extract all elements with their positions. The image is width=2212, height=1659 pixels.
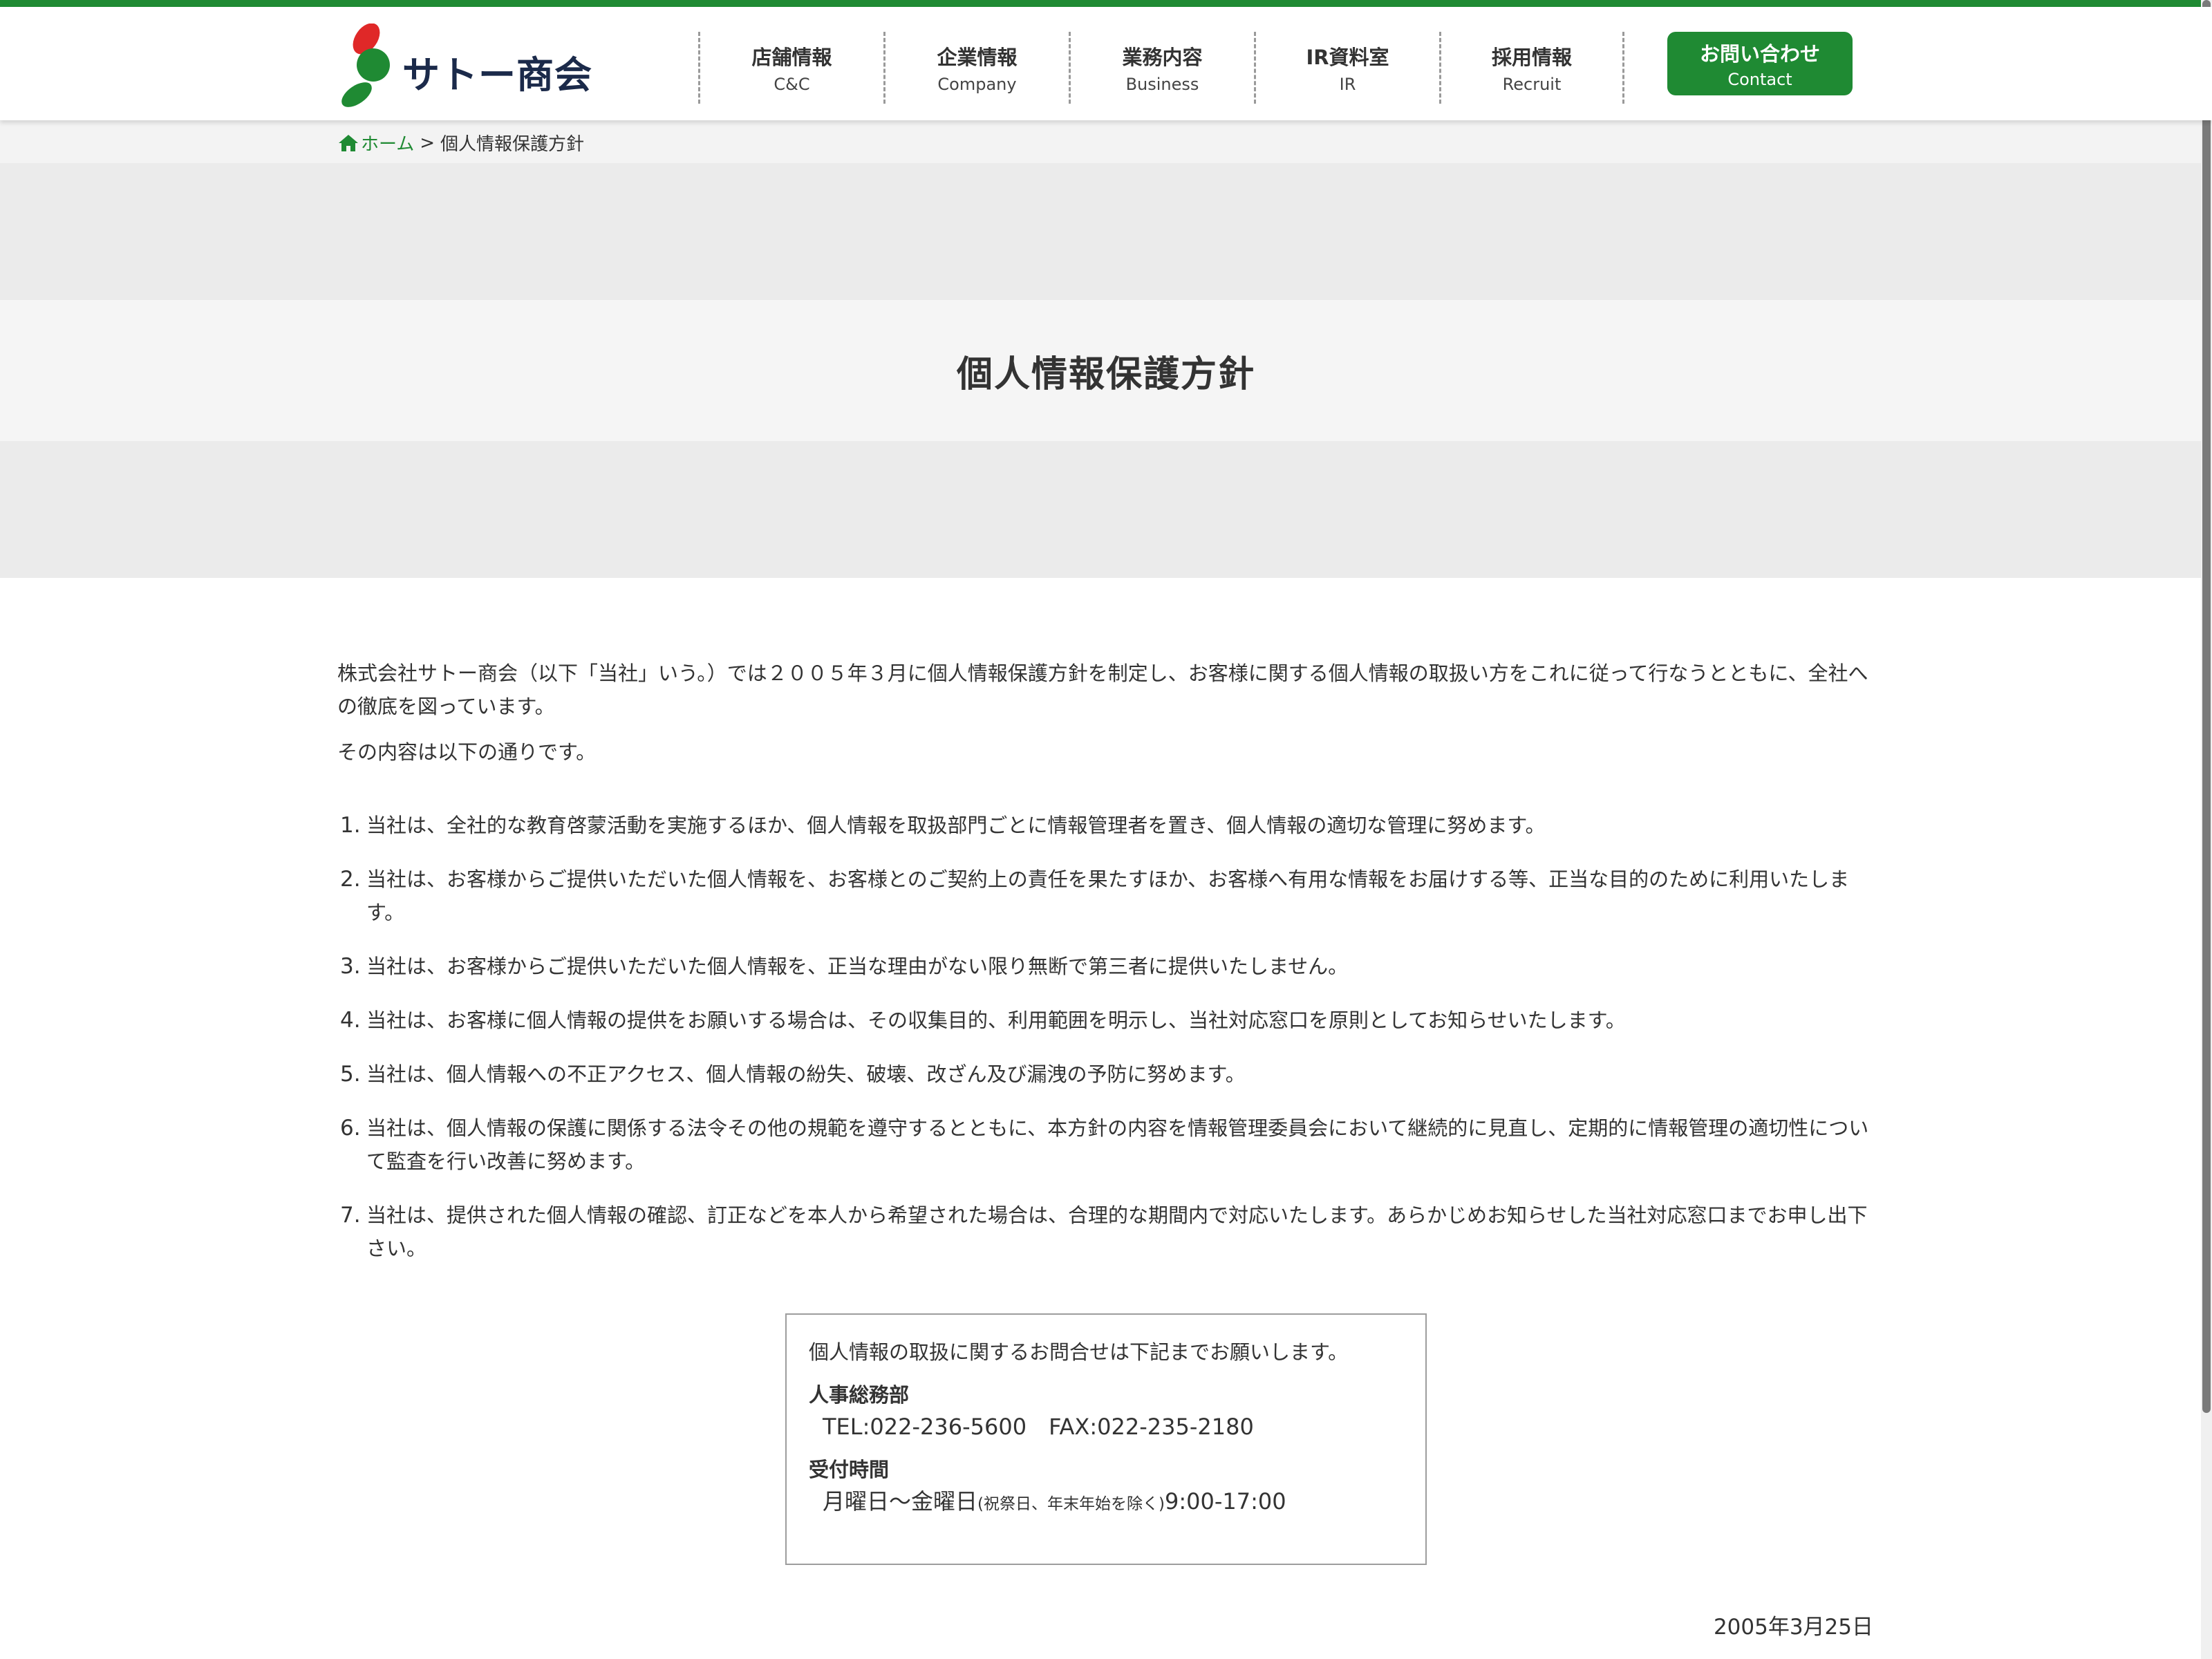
policy-item: 1. 当社は、全社的な教育啓蒙活動を実施するほか、個人情報を取扱部門ごとに情報管…	[337, 809, 1875, 842]
policy-number: 3.	[340, 954, 361, 979]
contact-label-jp: お問い合わせ	[1699, 42, 1820, 66]
hours-heading: 受付時間	[809, 1458, 890, 1481]
nav-label-en: Recruit	[1502, 75, 1562, 94]
inquiry-lead: 個人情報の取扱に関するお問合せは下記までお願いします。	[809, 1340, 1349, 1364]
nav-item-business[interactable]: 業務内容 Business	[1069, 32, 1254, 104]
policy-item: 4. 当社は、お客様に個人情報の提供をお願いする場合は、その収集目的、利用範囲を…	[337, 1004, 1875, 1037]
policy-text: 当社は、お客様に個人情報の提供をお願いする場合は、その収集目的、利用範囲を明示し…	[366, 1009, 1626, 1032]
hours-note: (祝祭日、年末年始を除く)	[977, 1495, 1165, 1513]
page-scrollbar[interactable]	[2201, 0, 2212, 1659]
page-hero: 個人情報保護方針	[0, 163, 2212, 578]
breadcrumb: ホーム > 個人情報保護方針	[337, 130, 584, 156]
policy-text: 当社は、お客様からご提供いただいた個人情報を、正当な理由がない限り無断で第三者に…	[366, 955, 1349, 978]
phone-fax-line: TEL:022-236-5600 FAX:022-235-2180	[823, 1414, 1254, 1440]
policy-number: 4.	[340, 1008, 361, 1033]
nav-item-ir[interactable]: IR資料室 IR	[1254, 32, 1439, 104]
policy-text: 当社は、提供された個人情報の確認、訂正などを本人から希望された場合は、合理的な期…	[366, 1203, 1868, 1260]
nav-label-jp: 業務内容	[1122, 46, 1203, 69]
policy-number: 1.	[340, 813, 361, 838]
policy-text: 当社は、お客様からご提供いただいた個人情報を、お客様とのご契約上の責任を果たすほ…	[366, 868, 1850, 924]
policy-content: 株式会社サトー商会（以下「当社」いう。）では２００５年３月に個人情報保護方針を制…	[337, 657, 1875, 1286]
inquiry-contact-box: 個人情報の取扱に関するお問合せは下記までお願いします。 人事総務部 TEL:02…	[785, 1313, 1427, 1565]
page-title: 個人情報保護方針	[956, 353, 1255, 395]
department-heading: 人事総務部	[809, 1383, 910, 1407]
hours-days: 月曜日～金曜日	[823, 1488, 978, 1515]
breadcrumb-bar: ホーム > 個人情報保護方針	[0, 120, 2212, 163]
contact-button[interactable]: お問い合わせ Contact	[1667, 32, 1853, 95]
nav-label-en: Company	[937, 75, 1017, 94]
contact-label-en: Contact	[1727, 70, 1792, 89]
policy-number: 5.	[340, 1062, 361, 1087]
nav-label-en: IR	[1339, 75, 1356, 94]
site-logo[interactable]: サトー商会	[336, 24, 592, 111]
nav-item-recruit[interactable]: 採用情報 Recruit	[1439, 32, 1624, 104]
scrollbar-thumb[interactable]	[2202, 0, 2211, 1413]
breadcrumb-current: 個人情報保護方針	[440, 134, 585, 155]
policy-item: 2. 当社は、お客様からご提供いただいた個人情報を、お客様とのご契約上の責任を果…	[337, 863, 1875, 929]
policy-item: 5. 当社は、個人情報への不正アクセス、個人情報の紛失、破壊、改ざん及び漏洩の予…	[337, 1058, 1875, 1091]
policy-text: 当社は、個人情報への不正アクセス、個人情報の紛失、破壊、改ざん及び漏洩の予防に努…	[366, 1062, 1246, 1086]
nav-item-company[interactable]: 企業情報 Company	[883, 32, 1069, 104]
logo-mark-icon	[341, 24, 390, 107]
intro-subtext: その内容は以下の通りです。	[337, 740, 597, 764]
policy-number: 6.	[340, 1116, 361, 1141]
enactment-date: 2005年3月25日	[1713, 1615, 1873, 1640]
main-nav: 店舗情報 C&C 企業情報 Company 業務内容 Business IR資料…	[698, 32, 1624, 104]
home-icon	[339, 134, 358, 151]
nav-label-jp: 採用情報	[1491, 46, 1572, 69]
policy-text: 当社は、全社的な教育啓蒙活動を実施するほか、個人情報を取扱部門ごとに情報管理者を…	[366, 814, 1546, 837]
breadcrumb-home-label: ホーム	[361, 134, 415, 155]
logo-text: サトー商会	[402, 53, 592, 97]
policy-number: 7.	[340, 1203, 361, 1228]
nav-label-jp: 企業情報	[937, 46, 1018, 69]
intro-paragraph: 株式会社サトー商会（以下「当社」いう。）では２００５年３月に個人情報保護方針を制…	[337, 662, 1868, 718]
breadcrumb-home-link[interactable]: ホーム	[337, 130, 414, 156]
hours-line: 月曜日～金曜日(祝祭日、年末年始を除く)9:00-17:00	[809, 1485, 1403, 1521]
nav-label-en: Business	[1125, 75, 1199, 94]
site-header: サトー商会 店舗情報 C&C 企業情報 Company 業務内容 Busines…	[0, 7, 2212, 120]
nav-label-jp: 店舗情報	[751, 46, 832, 69]
policy-item: 7. 当社は、提供された個人情報の確認、訂正などを本人から希望された場合は、合理…	[337, 1199, 1875, 1265]
policy-item: 6. 当社は、個人情報の保護に関係する法令その他の規範を遵守するとともに、本方針…	[337, 1112, 1875, 1178]
nav-label-jp: IR資料室	[1306, 46, 1389, 69]
policy-number: 2.	[340, 867, 361, 892]
nav-item-stores[interactable]: 店舗情報 C&C	[698, 32, 883, 104]
top-accent-bar	[0, 0, 2212, 7]
hero-title-band: 個人情報保護方針	[0, 300, 2212, 441]
nav-label-en: C&C	[774, 75, 810, 94]
policy-item: 3. 当社は、お客様からご提供いただいた個人情報を、正当な理由がない限り無断で第…	[337, 950, 1875, 983]
policy-text: 当社は、個人情報の保護に関係する法令その他の規範を遵守するとともに、本方針の内容…	[366, 1116, 1869, 1173]
breadcrumb-separator: >	[420, 132, 435, 153]
hours-time: 9:00-17:00	[1164, 1488, 1286, 1515]
policy-list: 1. 当社は、全社的な教育啓蒙活動を実施するほか、個人情報を取扱部門ごとに情報管…	[337, 809, 1875, 1265]
